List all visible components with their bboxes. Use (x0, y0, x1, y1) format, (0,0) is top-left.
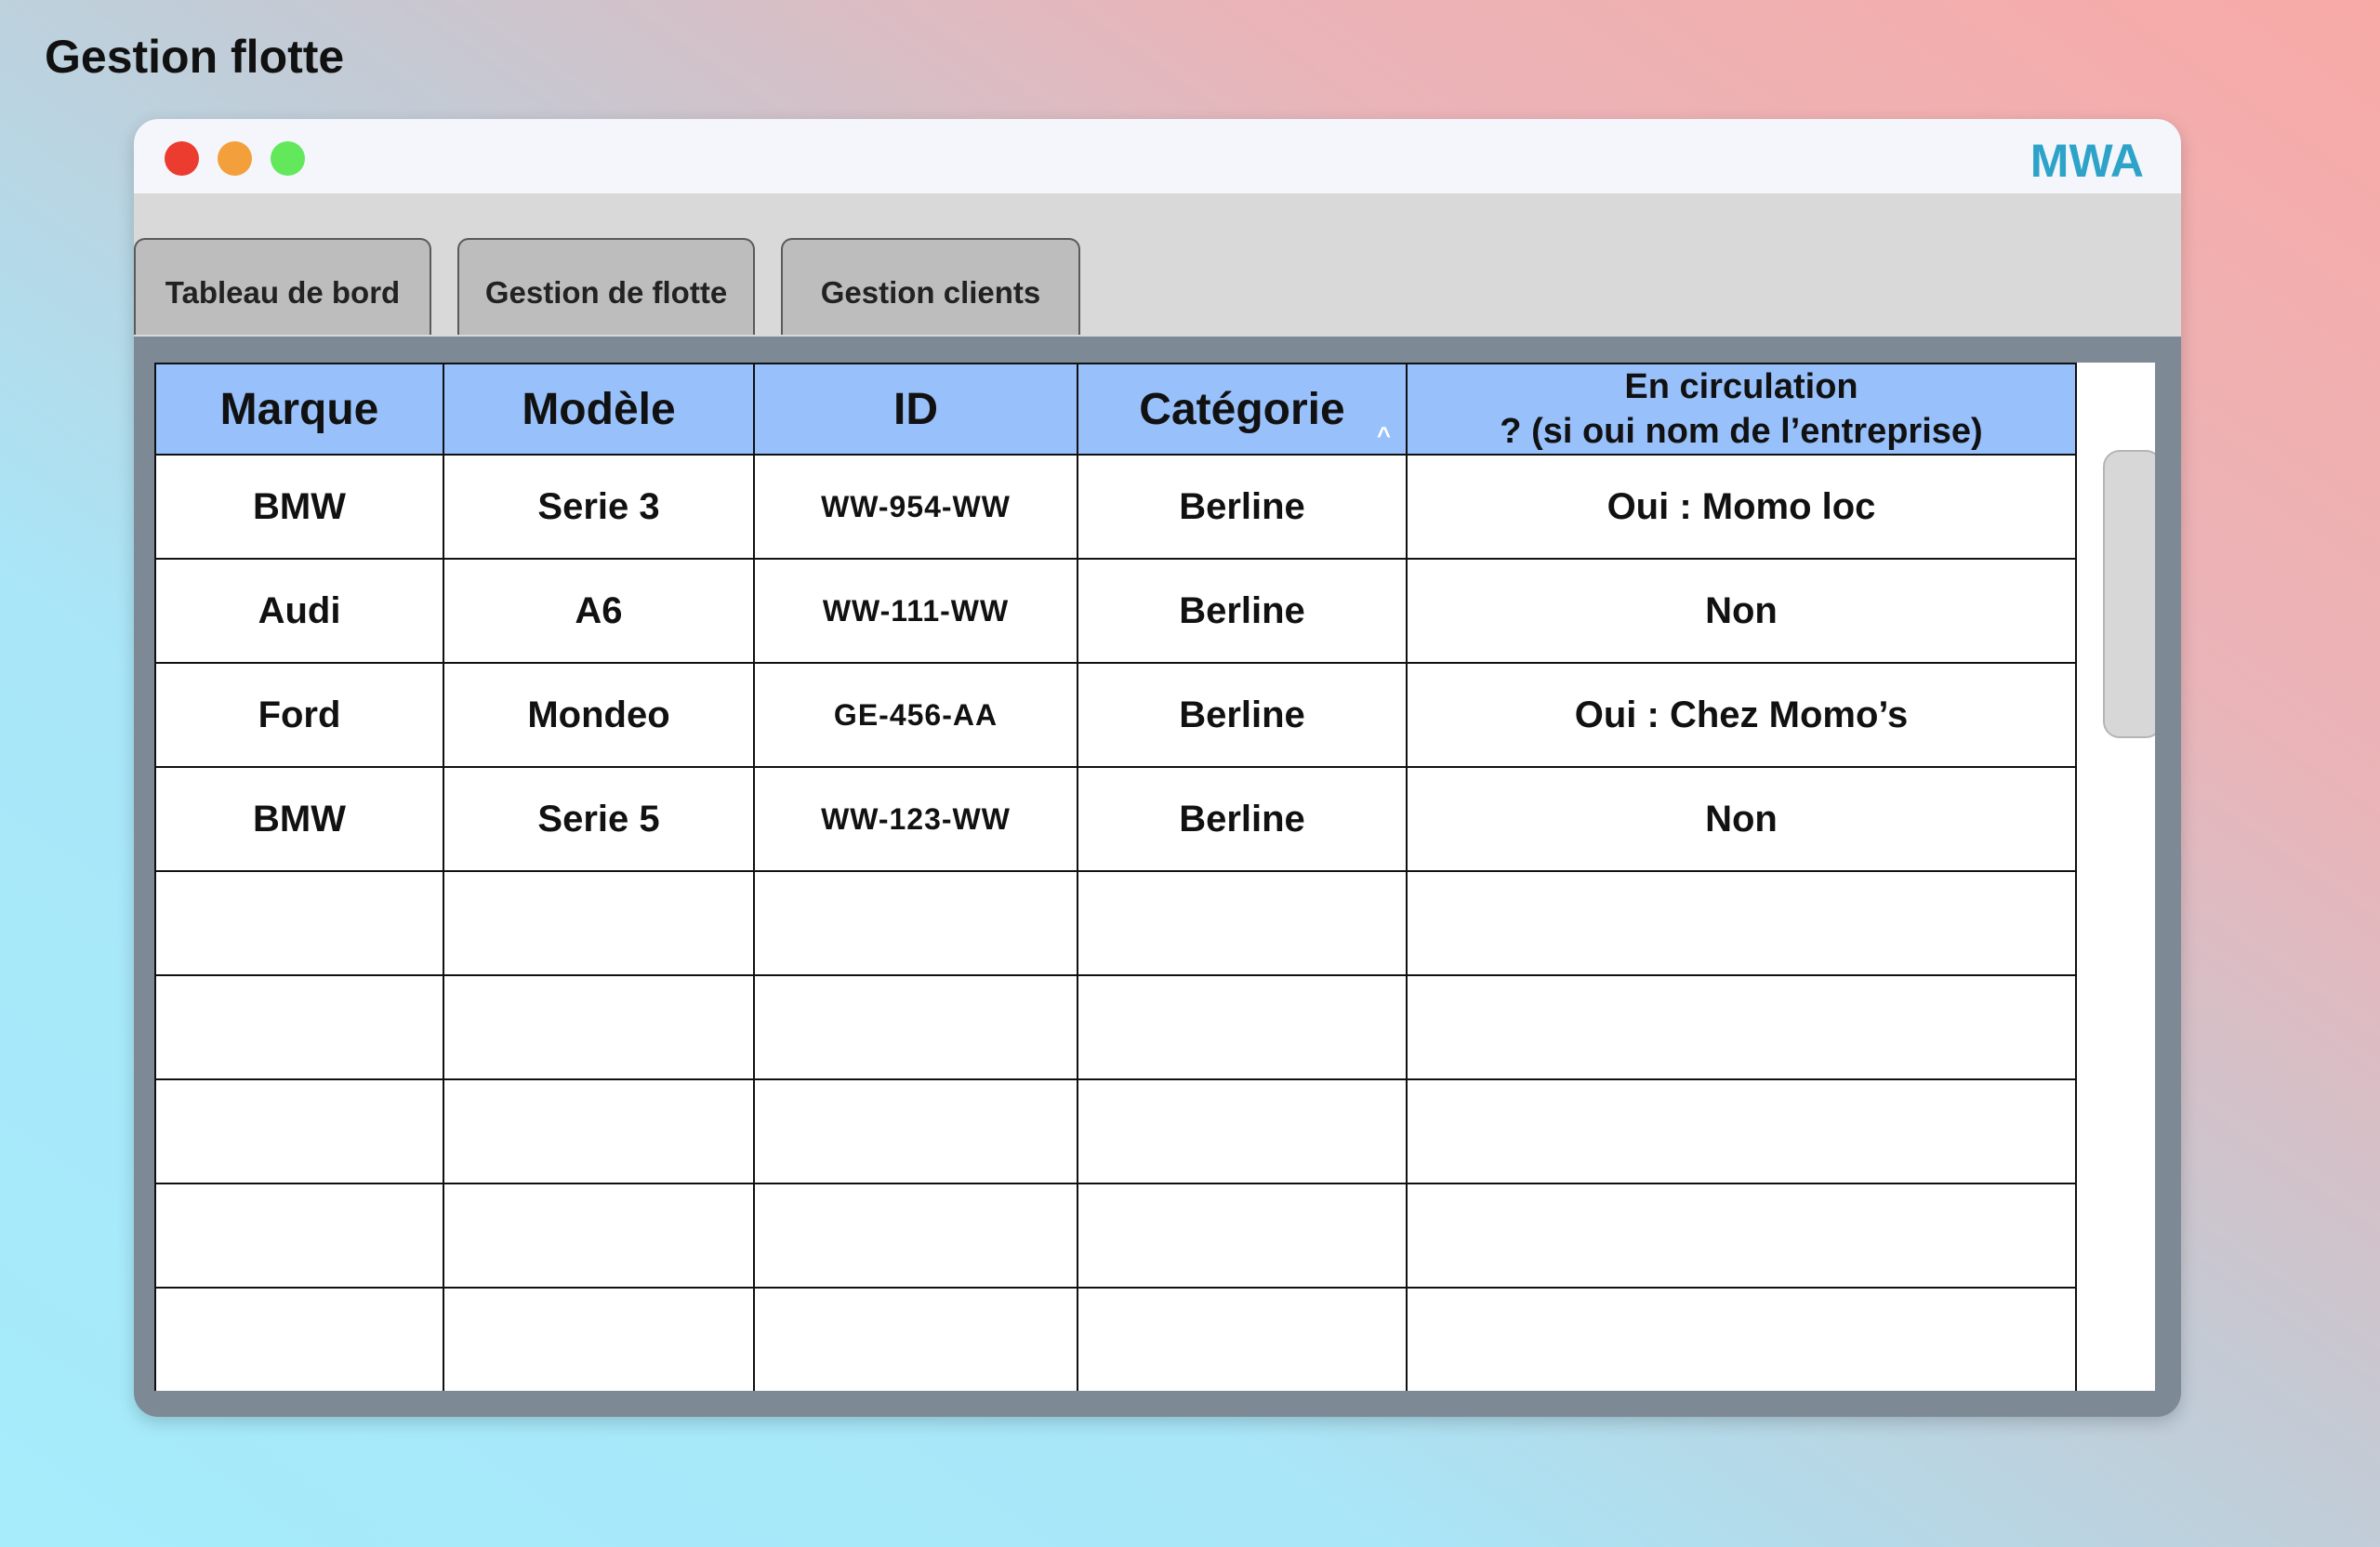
cell-modele[interactable]: Mondeo (443, 662, 755, 768)
column-header-label: Catégorie (1139, 384, 1345, 434)
column-header-label: ID (893, 384, 938, 434)
tab-gestion-clients[interactable]: Gestion clients (781, 238, 1080, 335)
fleet-table: Marque Modèle ID Catégorie ^ En circulat… (154, 363, 2077, 1391)
window-titlebar: MWA (134, 119, 2181, 193)
app-window: MWA Tableau de bord Gestion de flotte Ge… (134, 119, 2181, 1417)
empty-cell[interactable] (154, 1078, 444, 1184)
empty-cell[interactable] (1077, 1078, 1408, 1184)
cell-marque[interactable]: Audi (154, 558, 444, 664)
tab-gestion-de-flotte[interactable]: Gestion de flotte (457, 238, 755, 335)
table-row[interactable]: BMW Serie 5 WW-123-WW Berline Non (154, 766, 2077, 872)
empty-cell[interactable] (443, 1078, 755, 1184)
cell-id[interactable]: GE-456-AA (753, 662, 1078, 768)
cell-modele[interactable]: A6 (443, 558, 755, 664)
empty-cell[interactable] (154, 870, 444, 976)
cell-categorie[interactable]: Berline (1077, 766, 1408, 872)
column-header-en-circulation[interactable]: En circulation ? (si oui nom de l’entrep… (1406, 363, 2077, 456)
empty-cell[interactable] (443, 974, 755, 1080)
empty-cell[interactable] (1406, 1078, 2077, 1184)
table-row[interactable]: Ford Mondeo GE-456-AA Berline Oui : Chez… (154, 662, 2077, 768)
empty-table-row[interactable] (154, 870, 2077, 976)
cell-circulation[interactable]: Oui : Momo loc (1406, 454, 2077, 560)
cell-id[interactable]: WW-954-WW (753, 454, 1078, 560)
empty-cell[interactable] (1077, 1183, 1408, 1289)
column-header-modele[interactable]: Modèle (443, 363, 755, 456)
close-window-button[interactable] (165, 141, 199, 176)
column-header-label: Marque (219, 384, 379, 434)
cell-id[interactable]: WW-123-WW (753, 766, 1078, 872)
empty-cell[interactable] (443, 1287, 755, 1391)
empty-cell[interactable] (154, 1287, 444, 1391)
table-row[interactable]: BMW Serie 3 WW-954-WW Berline Oui : Momo… (154, 454, 2077, 560)
empty-table-row[interactable] (154, 1078, 2077, 1184)
empty-cell[interactable] (154, 1183, 444, 1289)
empty-cell[interactable] (1406, 1287, 2077, 1391)
empty-cell[interactable] (154, 974, 444, 1080)
sort-ascending-icon[interactable]: ^ (1377, 421, 1391, 450)
vertical-scrollbar-thumb[interactable] (2103, 450, 2155, 738)
cell-marque[interactable]: Ford (154, 662, 444, 768)
page-title: Gestion flotte (45, 31, 345, 83)
column-header-marque[interactable]: Marque (154, 363, 444, 456)
maximize-window-button[interactable] (271, 141, 305, 176)
column-header-id[interactable]: ID (753, 363, 1078, 456)
cell-id[interactable]: WW-111-WW (753, 558, 1078, 664)
cell-categorie[interactable]: Berline (1077, 558, 1408, 664)
empty-cell[interactable] (753, 1183, 1078, 1289)
empty-cell[interactable] (1406, 1183, 2077, 1289)
empty-table-row[interactable] (154, 1287, 2077, 1391)
tab-bar (134, 193, 2181, 337)
empty-cell[interactable] (753, 870, 1078, 976)
empty-cell[interactable] (443, 1183, 755, 1289)
empty-cell[interactable] (1406, 974, 2077, 1080)
cell-circulation[interactable]: Non (1406, 766, 2077, 872)
table-header-row: Marque Modèle ID Catégorie ^ En circulat… (154, 363, 2077, 456)
table-row[interactable]: Audi A6 WW-111-WW Berline Non (154, 558, 2077, 664)
column-header-label: Modèle (522, 384, 676, 434)
cell-circulation[interactable]: Non (1406, 558, 2077, 664)
tab-tableau-de-bord[interactable]: Tableau de bord (134, 238, 431, 335)
empty-table-row[interactable] (154, 1183, 2077, 1289)
column-header-label-line2: ? (si oui nom de l’entreprise) (1500, 412, 1983, 451)
empty-cell[interactable] (1077, 974, 1408, 1080)
minimize-window-button[interactable] (218, 141, 252, 176)
column-header-categorie[interactable]: Catégorie ^ (1077, 363, 1408, 456)
empty-cell[interactable] (753, 974, 1078, 1080)
cell-modele[interactable]: Serie 5 (443, 766, 755, 872)
empty-cell[interactable] (1077, 870, 1408, 976)
empty-cell[interactable] (443, 870, 755, 976)
cell-circulation[interactable]: Oui : Chez Momo’s (1406, 662, 2077, 768)
empty-cell[interactable] (753, 1287, 1078, 1391)
cell-modele[interactable]: Serie 3 (443, 454, 755, 560)
cell-marque[interactable]: BMW (154, 766, 444, 872)
empty-cell[interactable] (1077, 1287, 1408, 1391)
empty-cell[interactable] (753, 1078, 1078, 1184)
app-brand-logo: MWA (2030, 135, 2144, 187)
empty-cell[interactable] (1406, 870, 2077, 976)
cell-categorie[interactable]: Berline (1077, 454, 1408, 560)
fleet-table-panel: Marque Modèle ID Catégorie ^ En circulat… (154, 363, 2155, 1391)
cell-marque[interactable]: BMW (154, 454, 444, 560)
cell-categorie[interactable]: Berline (1077, 662, 1408, 768)
empty-table-row[interactable] (154, 974, 2077, 1080)
column-header-label-line1: En circulation (1624, 367, 1858, 406)
